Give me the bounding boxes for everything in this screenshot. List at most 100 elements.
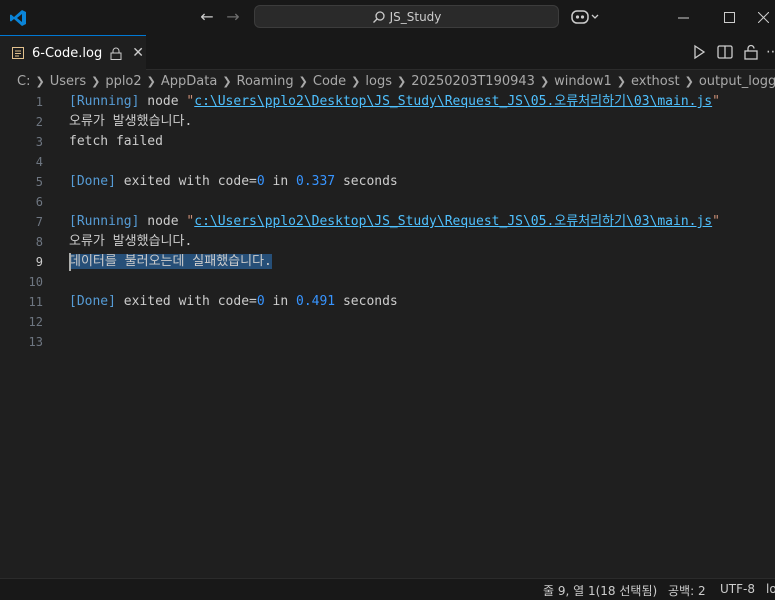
- maximize-icon[interactable]: [706, 0, 752, 35]
- text-token: exited with code=: [115, 174, 257, 189]
- line-text: fetch failed: [69, 132, 163, 152]
- line-number: 6: [35, 195, 43, 209]
- text-token: ": [712, 94, 720, 109]
- line-text: 오류가 발생했습니다.: [69, 112, 192, 132]
- code-line[interactable]: 3 fetch failed: [0, 132, 775, 152]
- breadcrumb-item[interactable]: Code: [313, 74, 346, 89]
- file-path-link[interactable]: c:\Users\pplo2\Desktop\JS_Study\Request_…: [194, 214, 712, 229]
- code-line[interactable]: 8 오류가 발생했습니다.: [0, 232, 775, 252]
- code-line[interactable]: 11 [Done] exited with code=0 in 0.491 sec…: [0, 292, 775, 312]
- code-line[interactable]: 6: [0, 192, 775, 212]
- text-token: seconds: [335, 294, 398, 309]
- encoding-status[interactable]: UTF-8: [720, 582, 755, 596]
- close-window-icon[interactable]: [752, 0, 775, 35]
- line-text: [Running] node "c:\Users\pplo2\Desktop\J…: [69, 92, 720, 112]
- chevron-right-icon: ❯: [616, 74, 626, 88]
- more-actions-icon[interactable]: ⋯: [766, 43, 775, 61]
- search-label: JS_Study: [389, 9, 442, 24]
- breadcrumb-item[interactable]: 20250203T190943: [411, 74, 535, 89]
- breadcrumb: C: ❯ Users ❯ pplo2 ❯ AppData ❯ Roaming ❯ Code ❯ logs…: [0, 70, 775, 92]
- line-number: 5: [35, 175, 43, 189]
- unlock-icon[interactable]: [742, 43, 760, 61]
- code-line[interactable]: 7 [Running] node "c:\Users\pplo2\Desktop\…: [0, 212, 775, 232]
- text-token: 0: [256, 294, 265, 309]
- code-line[interactable]: 1 [Running] node "c:\Users\pplo2\Desktop\…: [0, 92, 775, 112]
- run-icon[interactable]: [690, 43, 708, 61]
- text-token: 오류가 발생했습니다.: [69, 114, 193, 129]
- text-token: 데이터를 불러오는데 실패했습니다.: [69, 254, 272, 269]
- chevron-right-icon: ❯: [396, 74, 407, 88]
- code-line[interactable]: 2 오류가 발생했습니다.: [0, 112, 775, 132]
- text-token: [Running]: [69, 94, 140, 109]
- text-token: fetch failed: [69, 134, 163, 149]
- breadcrumb-item[interactable]: logs: [365, 74, 392, 89]
- code-line[interactable]: 5 [Done] exited with code=0 in 0.337 seco…: [0, 172, 775, 192]
- chevron-right-icon: ❯: [146, 74, 156, 88]
- copilot-icon[interactable]: [570, 8, 602, 26]
- line-text: [Running] node "c:\Users\pplo2\Desktop\J…: [69, 212, 720, 232]
- search-icon: [372, 10, 385, 23]
- breadcrumb-item[interactable]: Users: [50, 74, 86, 89]
- text-token: 0.337: [296, 174, 336, 189]
- line-text: 데이터를 불러오는데 실패했습니다.: [69, 252, 272, 272]
- line-text: [Done] exited with code=0 in 0.491 secon…: [69, 292, 398, 312]
- breadcrumb-item[interactable]: output_logging_20250203T19: [699, 74, 775, 89]
- forward-arrow-icon[interactable]: →: [223, 7, 243, 27]
- line-number: 7: [35, 215, 43, 229]
- indentation-status[interactable]: 공백: 2: [668, 582, 706, 599]
- text-token: [Done]: [69, 294, 116, 309]
- code-line[interactable]: 13: [0, 332, 775, 352]
- line-number: 12: [28, 315, 43, 329]
- line-number: 11: [28, 295, 43, 309]
- breadcrumb-item[interactable]: window1: [554, 74, 612, 89]
- tab-label: 6-Code.log: [32, 45, 103, 61]
- minimize-icon[interactable]: [660, 0, 706, 35]
- eol-status[interactable]: lo: [766, 582, 775, 596]
- close-tab-icon[interactable]: ✕: [132, 45, 144, 61]
- line-number: 2: [35, 115, 43, 129]
- line-number: 3: [35, 135, 43, 149]
- text-token: in: [264, 174, 296, 189]
- text-token: seconds: [335, 174, 398, 189]
- editor[interactable]: 1 [Running] node "c:\Users\pplo2\Desktop\…: [0, 92, 775, 578]
- text-token: 0: [256, 174, 265, 189]
- log-file-icon: [12, 47, 24, 59]
- chevron-right-icon: ❯: [91, 74, 101, 88]
- command-center-search[interactable]: JS_Study: [254, 5, 559, 28]
- split-editor-icon[interactable]: [716, 43, 734, 61]
- text-token: exited with code=: [115, 294, 257, 309]
- cursor-position[interactable]: 줄 9, 열 1(18 선택됨): [543, 582, 657, 599]
- line-number: 9: [35, 255, 43, 269]
- line-text: 오류가 발생했습니다.: [69, 232, 192, 252]
- chevron-right-icon: ❯: [539, 74, 550, 88]
- chevron-right-icon: ❯: [35, 74, 45, 88]
- code-line[interactable]: 9 데이터를 불러오는데 실패했습니다.: [0, 252, 775, 272]
- line-number: 8: [35, 235, 43, 249]
- code-line[interactable]: 12: [0, 312, 775, 332]
- tab-6-code-log[interactable]: 6-Code.log ✕: [0, 35, 146, 70]
- chevron-right-icon: ❯: [222, 74, 232, 88]
- breadcrumb-item[interactable]: Roaming: [237, 74, 294, 89]
- line-number: 4: [35, 155, 43, 169]
- chevron-right-icon: ❯: [298, 74, 308, 88]
- back-arrow-icon[interactable]: ←: [197, 7, 217, 27]
- code-line[interactable]: 4: [0, 152, 775, 172]
- title-bar: ← → JS_Study: [0, 0, 775, 35]
- code-line[interactable]: 10: [0, 272, 775, 292]
- breadcrumb-item[interactable]: C:: [17, 74, 30, 89]
- file-path-link[interactable]: c:\Users\pplo2\Desktop\JS_Study\Request_…: [194, 94, 712, 109]
- chevron-right-icon: ❯: [351, 74, 361, 88]
- chevron-right-icon: ❯: [684, 74, 694, 88]
- text-token: ": [712, 214, 720, 229]
- breadcrumb-item[interactable]: AppData: [161, 74, 217, 89]
- vscode-logo-icon: [10, 10, 26, 26]
- text-token: node: [139, 214, 187, 229]
- status-bar: 줄 9, 열 1(18 선택됨) 공백: 2 UTF-8 lo: [0, 578, 775, 600]
- breadcrumb-item[interactable]: pplo2: [105, 74, 141, 89]
- lock-icon: [110, 47, 122, 60]
- text-token: in: [264, 294, 296, 309]
- line-number: 10: [28, 275, 43, 289]
- line-number: 13: [28, 335, 43, 349]
- line-text: [Done] exited with code=0 in 0.337 secon…: [69, 172, 398, 192]
- breadcrumb-item[interactable]: exthost: [631, 74, 680, 89]
